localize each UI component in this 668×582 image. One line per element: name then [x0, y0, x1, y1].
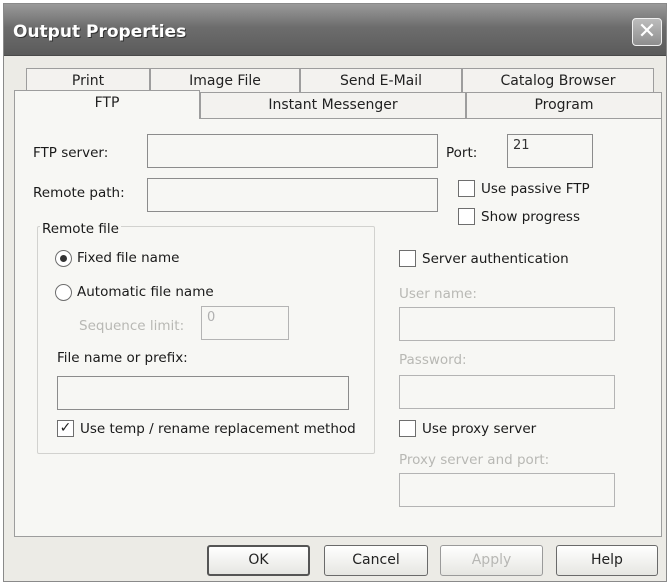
use-proxy-server-checkbox[interactable]	[399, 420, 416, 437]
remote-path-label: Remote path:	[33, 185, 125, 201]
show-progress-checkbox[interactable]	[458, 208, 475, 225]
temp-rename-label: Use temp / rename replacement method	[80, 421, 356, 437]
passive-ftp-label: Use passive FTP	[481, 181, 590, 197]
automatic-file-name-radio[interactable]	[55, 284, 72, 301]
remote-file-group-label: Remote file	[40, 221, 121, 237]
window-title: Output Properties	[13, 22, 187, 42]
remote-path-input[interactable]	[147, 178, 438, 212]
port-label: Port:	[446, 145, 478, 161]
output-properties-dialog: Output Properties ✕ Print Image File Sen…	[3, 3, 667, 582]
ftp-server-label: FTP server:	[33, 145, 109, 161]
apply-button[interactable]: Apply	[440, 545, 543, 576]
tab-program[interactable]: Program	[466, 92, 662, 118]
use-proxy-server-label: Use proxy server	[422, 421, 537, 437]
file-name-prefix-input[interactable]	[57, 376, 349, 410]
ok-button[interactable]: OK	[207, 545, 310, 576]
proxy-server-input[interactable]	[399, 473, 615, 507]
ftp-server-input[interactable]	[147, 134, 438, 168]
show-progress-label: Show progress	[481, 209, 580, 225]
temp-rename-checkbox[interactable]: ✓	[57, 420, 74, 437]
title-bar[interactable]: Output Properties ✕	[4, 4, 666, 56]
sequence-limit-label: Sequence limit:	[79, 318, 185, 334]
close-icon[interactable]: ✕	[632, 18, 662, 46]
tab-instant-messenger[interactable]: Instant Messenger	[200, 92, 466, 118]
password-label: Password:	[399, 352, 467, 368]
server-authentication-label: Server authentication	[422, 251, 569, 267]
user-name-label: User name:	[399, 286, 477, 302]
fixed-file-name-radio[interactable]	[55, 250, 72, 267]
automatic-file-name-label: Automatic file name	[77, 284, 214, 300]
radio-selected-dot	[60, 255, 67, 262]
password-input[interactable]	[399, 375, 615, 409]
file-name-prefix-label: File name or prefix:	[57, 350, 188, 366]
sequence-limit-input[interactable]: 0	[201, 306, 289, 340]
cancel-button[interactable]: Cancel	[324, 545, 428, 576]
user-name-input[interactable]	[399, 307, 615, 341]
proxy-server-label: Proxy server and port:	[399, 452, 550, 468]
port-input[interactable]: 21	[507, 134, 593, 168]
server-authentication-checkbox[interactable]	[399, 250, 416, 267]
help-button[interactable]: Help	[556, 545, 658, 576]
fixed-file-name-label: Fixed file name	[77, 250, 180, 266]
passive-ftp-checkbox[interactable]	[458, 180, 475, 197]
tab-ftp[interactable]: FTP	[14, 90, 200, 119]
tab-catalog-browser[interactable]: Catalog Browser	[462, 68, 654, 94]
tab-send-email[interactable]: Send E-Mail	[300, 68, 462, 94]
